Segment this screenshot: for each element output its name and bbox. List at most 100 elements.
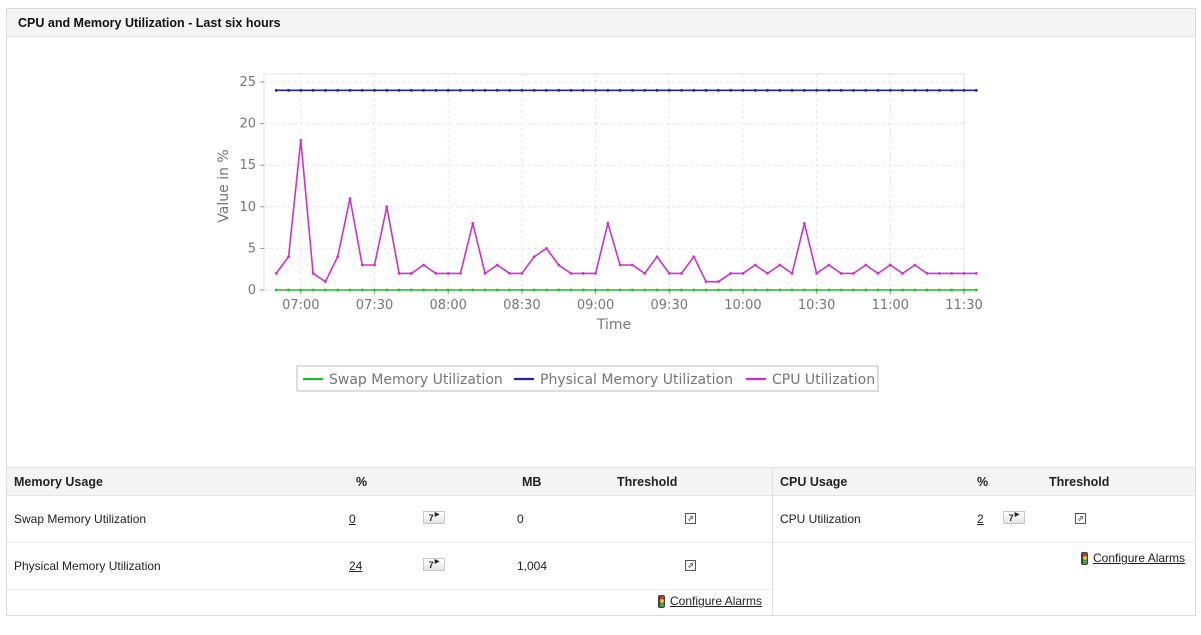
series-point-1 [852, 88, 855, 92]
series-point-2 [631, 263, 634, 267]
series-point-2 [938, 271, 941, 275]
series-point-2 [324, 280, 327, 284]
series-point-0 [901, 288, 904, 292]
external-link-icon[interactable]: ⇗ [1075, 513, 1086, 524]
series-point-1 [766, 88, 769, 92]
series-point-2 [385, 205, 389, 209]
series-point-0 [373, 288, 376, 292]
series-point-2 [802, 222, 806, 225]
series-point-1 [545, 88, 548, 92]
series-point-2 [434, 271, 438, 275]
series-point-1 [299, 88, 303, 92]
series-point-2 [815, 271, 819, 275]
series-point-2 [643, 271, 647, 275]
table-row: Swap Memory Utilization 0 7 ▶ 0 ⇗ [7, 496, 772, 543]
series-point-2 [790, 271, 794, 275]
swap-mb-value: 0 [517, 512, 524, 526]
swap-percent-link[interactable]: 0 [349, 512, 356, 526]
series-point-1 [741, 88, 745, 92]
utilization-chart: 0 5 10 15 20 25 07:00 07:30 08:00 08:30 09:00 09:30… [7, 37, 1195, 467]
x-tick-label: 11:30 [945, 298, 982, 313]
external-link-icon[interactable]: ⇗ [685, 560, 696, 571]
series-point-2 [483, 271, 487, 275]
series-point-0 [360, 288, 364, 292]
series-point-0 [753, 288, 757, 292]
series-point-0 [434, 288, 438, 292]
series-point-0 [594, 288, 597, 292]
series-point-0 [913, 288, 917, 292]
series-point-2 [422, 263, 426, 267]
series-point-1 [938, 88, 941, 92]
series-point-2 [557, 263, 561, 267]
x-tick-label: 07:30 [356, 298, 393, 313]
series-point-2 [274, 271, 278, 275]
series-point-2 [704, 280, 708, 284]
series-point-2 [287, 255, 290, 259]
series-point-2 [373, 263, 376, 267]
series-point-0 [459, 288, 462, 292]
series-point-2 [876, 271, 880, 275]
series-point-2 [766, 271, 769, 275]
cpu-table-header: CPU Usage % Threshold [773, 467, 1195, 496]
table-row: Physical Memory Utilization 24 7 ▶ 1,004 … [7, 543, 772, 590]
period-label: 7 [1008, 512, 1014, 523]
period-7-button[interactable]: 7 ▶ [1003, 511, 1025, 524]
period-label: 7 [428, 512, 434, 523]
x-axis-label: Time [596, 317, 631, 333]
series-point-1 [827, 88, 831, 92]
external-link-icon[interactable]: ⇗ [685, 513, 696, 524]
series-point-1 [336, 88, 340, 92]
series-point-0 [299, 288, 303, 292]
series-point-2 [716, 280, 720, 284]
series-point-1 [618, 88, 622, 92]
series-point-2 [520, 271, 524, 275]
series-point-1 [495, 88, 499, 92]
series-point-2 [532, 255, 536, 259]
period-7-button[interactable]: 7 ▶ [423, 558, 445, 571]
configure-alarms-memory[interactable]: Configure Alarms [658, 594, 762, 608]
series-point-2 [360, 263, 364, 267]
configure-alarms-link[interactable]: Configure Alarms [1093, 551, 1185, 565]
series-point-1 [287, 88, 290, 92]
series-point-2 [581, 271, 585, 275]
configure-alarms-cpu[interactable]: Configure Alarms [1081, 551, 1185, 565]
legend-label: Physical Memory Utilization [540, 372, 733, 388]
series-point-1 [569, 88, 573, 92]
series-point-1 [471, 88, 475, 92]
series-point-2 [569, 271, 573, 275]
series-point-0 [618, 288, 622, 292]
series-point-0 [876, 288, 880, 292]
series-point-0 [962, 288, 966, 292]
series-point-1 [631, 88, 634, 92]
series-point-1 [434, 88, 438, 92]
series-point-2 [618, 263, 622, 267]
series-point-1 [373, 88, 376, 92]
memory-table-header: Memory Usage % MB Threshold [7, 467, 772, 496]
physical-percent-link[interactable]: 24 [349, 559, 362, 573]
series-point-2 [753, 263, 757, 267]
series-point-0 [938, 288, 941, 292]
series-point-0 [802, 288, 806, 292]
series-point-0 [852, 288, 855, 292]
series-point-1 [274, 88, 278, 92]
series-point-1 [483, 88, 487, 92]
series-point-2 [729, 271, 733, 275]
series-point-2 [741, 271, 745, 275]
traffic-light-icon [1081, 551, 1088, 565]
series-point-2 [446, 271, 450, 275]
configure-alarms-link[interactable]: Configure Alarms [670, 594, 762, 608]
cpu-percent-link[interactable]: 2 [977, 512, 984, 526]
series-point-0 [815, 288, 819, 292]
cpu-percent-header: % [977, 475, 989, 489]
series-point-2 [974, 271, 978, 275]
memory-usage-table: Memory Usage % MB Threshold Swap Memory … [7, 467, 773, 615]
period-7-button[interactable]: 7 ▶ [423, 511, 445, 524]
series-point-0 [839, 288, 843, 292]
series-point-0 [778, 288, 782, 292]
series-point-2 [594, 271, 597, 275]
series-point-0 [495, 288, 499, 292]
series-point-2 [913, 263, 917, 267]
series-point-0 [950, 288, 954, 292]
x-tick-label: 07:00 [282, 298, 319, 313]
series-point-0 [545, 288, 548, 292]
